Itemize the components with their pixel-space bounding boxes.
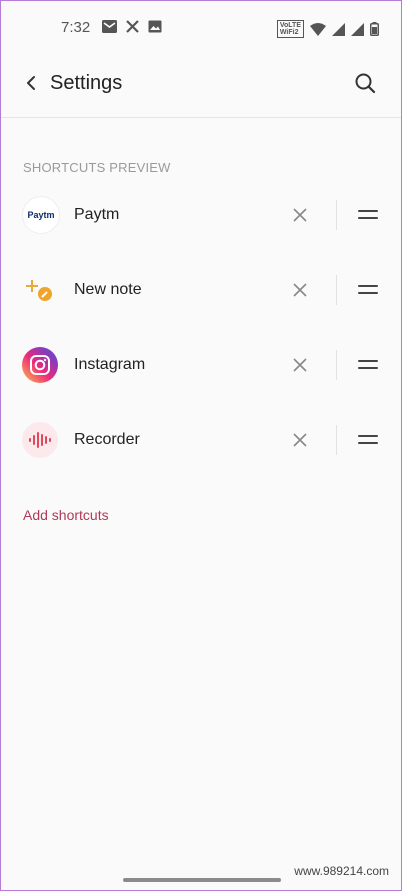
shortcut-label: Recorder: [74, 430, 140, 448]
remove-shortcut-button[interactable]: [287, 427, 313, 453]
shortcut-row-paytm[interactable]: Paytm Paytm: [1, 177, 401, 252]
app-bar: Settings: [1, 53, 401, 115]
new-note-icon: [22, 272, 58, 308]
close-icon: [293, 357, 307, 372]
watermark: www.989214.com: [294, 864, 389, 878]
gallery-icon: [148, 20, 162, 33]
drag-handle[interactable]: [358, 353, 382, 377]
back-arrow-icon: [27, 76, 35, 90]
close-icon: [293, 207, 307, 222]
row-divider: [336, 424, 337, 455]
wifi-icon: [310, 22, 326, 36]
search-button[interactable]: [351, 69, 379, 97]
paytm-icon: Paytm: [22, 195, 60, 234]
appbar-divider: [1, 117, 401, 118]
status-bar: 7:32 VoLTE WiFi2: [1, 1, 401, 53]
volte-wifi-badge: VoLTE WiFi2: [276, 20, 304, 38]
drag-handle[interactable]: [358, 428, 382, 452]
battery-icon: [370, 22, 379, 36]
notification-icons: [102, 20, 163, 33]
tools-icon: [126, 20, 139, 33]
drag-handle[interactable]: [358, 278, 382, 302]
shortcut-row-instagram[interactable]: Instagram: [1, 327, 401, 402]
search-icon: [355, 73, 376, 94]
section-header: SHORTCUTS PREVIEW: [23, 160, 171, 175]
drag-handle[interactable]: [358, 203, 382, 227]
close-icon: [293, 282, 307, 297]
row-divider: [336, 199, 337, 230]
status-time: 7:32: [61, 19, 91, 36]
signal-2-icon: [351, 22, 364, 36]
remove-shortcut-button[interactable]: [287, 352, 313, 378]
row-divider: [336, 274, 337, 305]
shortcut-row-new-note[interactable]: New note: [1, 252, 401, 327]
remove-shortcut-button[interactable]: [287, 277, 313, 303]
shortcut-label: New note: [74, 280, 142, 298]
add-shortcuts-link[interactable]: Add shortcuts: [23, 507, 109, 523]
remove-shortcut-button[interactable]: [287, 202, 313, 228]
recorder-icon: [22, 421, 58, 458]
shortcut-label: Instagram: [74, 355, 146, 373]
row-divider: [336, 349, 337, 380]
shortcut-label: Paytm: [74, 205, 120, 223]
close-icon: [293, 432, 307, 447]
page-title: Settings: [50, 72, 123, 94]
gmail-icon: [102, 20, 117, 33]
system-icons: VoLTE WiFi2: [276, 20, 379, 38]
shortcut-row-recorder[interactable]: Recorder: [1, 402, 401, 477]
back-button[interactable]: [17, 69, 45, 97]
instagram-icon: [22, 346, 58, 383]
gesture-nav-bar[interactable]: [123, 878, 281, 882]
signal-icon: [332, 22, 345, 36]
